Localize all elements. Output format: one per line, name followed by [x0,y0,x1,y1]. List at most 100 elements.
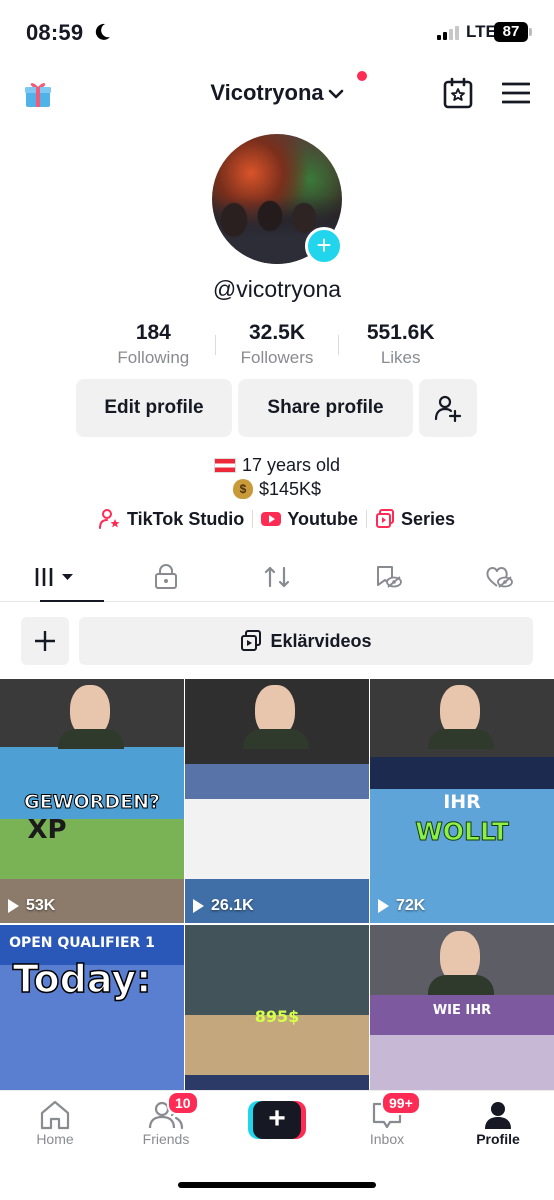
profile-actions: Edit profile Share profile [76,379,477,437]
stat-label: Followers [240,348,314,367]
stat-label: Following [117,348,190,367]
view-count-value: 26.1K [211,897,254,914]
lock-icon [155,563,178,589]
friends-badge: 10 [167,1091,199,1115]
video-overlay-sub: XP [27,815,67,845]
hidden-heart-icon [486,566,513,588]
repost-icon [264,566,290,587]
view-count: 72K [378,897,425,915]
stat-value: 184 [135,321,171,344]
money-bag-icon: $ [232,479,253,499]
tab-favorites[interactable] [332,552,443,601]
video-overlay-text: 895$ [254,1007,300,1026]
playlist-icon [241,630,262,651]
divider [252,510,254,528]
status-time: 08:59 [26,20,84,45]
profile-bio: 17 years old $ $145K$ [0,453,554,501]
calendar-star-icon[interactable] [443,77,473,109]
hidden-bookmark-icon [376,565,402,588]
tab-private[interactable] [111,552,222,601]
collection-label: Eklärvideos [270,630,372,651]
video-overlay-text: Today: [12,956,152,1002]
moon-icon [95,23,110,40]
play-icon [378,899,389,913]
link-tiktok-studio[interactable]: TikTok Studio [98,508,245,530]
nav-home[interactable]: Home [10,1099,100,1147]
austria-flag-icon [213,457,236,473]
tab-videos[interactable] [0,552,111,602]
divider [365,510,367,528]
collection-explain-videos[interactable]: Eklärvideos [79,617,533,665]
video-tile[interactable]: 895$ [185,925,369,1091]
add-collection-button[interactable] [21,617,69,665]
nav-label: Friends [142,1131,190,1147]
home-icon [40,1100,70,1130]
chevron-down-icon [328,89,343,99]
play-icon [193,899,204,913]
home-indicator [178,1182,376,1188]
view-count-value: 72K [396,897,426,914]
person-star-icon [98,509,120,529]
stat-value: 551.6K [366,321,435,344]
video-tile[interactable]: IHR WOLLT 72K [370,679,554,923]
youtube-icon [261,512,282,526]
create-button[interactable]: + [248,1101,306,1139]
play-icon [8,899,19,913]
stat-followers[interactable]: 32.5K Followers [216,320,339,372]
video-overlay-text: IHR [443,791,481,813]
profile-icon [485,1102,511,1129]
profile-stats: 184 Following 32.5K Followers 551.6K Lik… [92,320,462,372]
plus-icon: + [253,1101,301,1139]
link-label: TikTok Studio [126,508,245,529]
plus-icon [35,631,55,651]
video-grid: GEWORDEN? XP 53K 26.1K IHR WOLLT 72K OPE… [0,679,554,1091]
edit-profile-button[interactable]: Edit profile [76,379,232,437]
signal-icon [437,25,459,40]
nav-label: Home [36,1131,74,1147]
grid-icon [36,567,74,586]
video-overlay-sub: OPEN QUALIFIER 1 [9,935,155,951]
battery-icon: 87 [494,22,528,42]
content-tabs [0,552,554,602]
view-count: 26.1K [193,897,254,915]
video-overlay-sub: WOLLT [415,817,510,847]
video-tile[interactable]: 26.1K [185,679,369,923]
nav-profile[interactable]: Profile [453,1099,543,1147]
nav-label: Profile [476,1131,520,1147]
add-friend-button[interactable] [419,379,477,437]
video-tile[interactable]: OPEN QUALIFIER 1 Today: [0,925,184,1091]
share-profile-button[interactable]: Share profile [238,379,413,437]
video-overlay-text: WIE IHR [432,1003,492,1018]
bio-age: 17 years old [241,455,341,475]
inbox-badge: 99+ [381,1091,421,1115]
link-youtube[interactable]: Youtube [261,509,358,530]
add-person-icon [434,395,462,422]
profile-links: TikTok Studio Youtube Series [0,508,554,530]
video-tile[interactable]: GEWORDEN? XP 53K [0,679,184,923]
status-bar: 08:59 LTE 87 [0,0,554,64]
stat-following[interactable]: 184 Following [92,320,215,372]
link-series[interactable]: Series [375,509,455,530]
profile-header: Vicotryona [0,64,554,124]
stat-label: Likes [380,348,421,367]
username-title: Vicotryona [210,80,324,105]
nav-label: Inbox [369,1131,405,1147]
bio-money: $145K$ [258,479,322,499]
notification-dot [357,71,367,81]
stat-value: 32.5K [248,321,306,344]
collections-bar: Eklärvideos [21,617,533,665]
view-count-value: 53K [26,897,56,914]
menu-icon[interactable] [502,81,530,105]
add-story-button[interactable]: + [305,227,343,265]
network-label: LTE [466,22,497,41]
view-count: 53K [8,897,55,915]
video-overlay-text: GEWORDEN? [24,791,161,814]
tab-liked[interactable] [443,552,554,601]
stat-likes[interactable]: 551.6K Likes [339,320,462,372]
video-tile[interactable]: WIE IHR [370,925,554,1091]
series-icon [375,509,394,528]
link-label: Series [400,508,456,529]
tab-reposts[interactable] [222,552,333,601]
profile-handle: @vicotryona [212,276,342,302]
link-label: Youtube [287,508,358,529]
